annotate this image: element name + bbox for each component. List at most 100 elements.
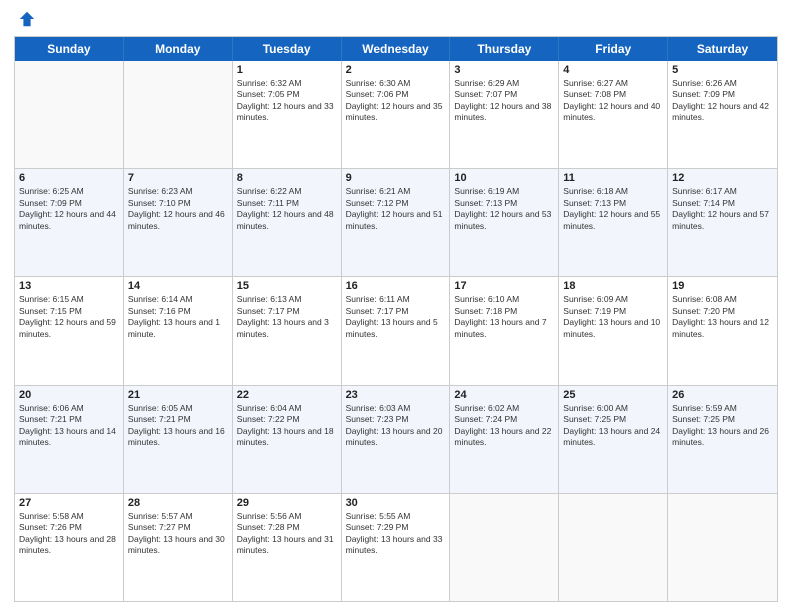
table-row: 19Sunrise: 6:08 AM Sunset: 7:20 PM Dayli… xyxy=(668,277,777,384)
day-info: Sunrise: 6:05 AM Sunset: 7:21 PM Dayligh… xyxy=(128,403,228,449)
day-number: 7 xyxy=(128,172,228,184)
calendar-row: 13Sunrise: 6:15 AM Sunset: 7:15 PM Dayli… xyxy=(15,276,777,384)
day-number: 18 xyxy=(563,280,663,292)
day-number: 11 xyxy=(563,172,663,184)
day-number: 30 xyxy=(346,497,446,509)
day-number: 3 xyxy=(454,64,554,76)
day-number: 27 xyxy=(19,497,119,509)
day-info: Sunrise: 6:22 AM Sunset: 7:11 PM Dayligh… xyxy=(237,186,337,232)
calendar: Sunday Monday Tuesday Wednesday Thursday… xyxy=(14,36,778,602)
day-info: Sunrise: 6:18 AM Sunset: 7:13 PM Dayligh… xyxy=(563,186,663,232)
day-number: 15 xyxy=(237,280,337,292)
day-info: Sunrise: 6:14 AM Sunset: 7:16 PM Dayligh… xyxy=(128,294,228,340)
calendar-body: 1 Sunrise: 6:32 AM Sunset: 7:05 PM Daylig… xyxy=(15,61,777,601)
day-number: 9 xyxy=(346,172,446,184)
day-number: 23 xyxy=(346,389,446,401)
table-row xyxy=(668,494,777,601)
header-friday: Friday xyxy=(559,37,668,61)
table-row: 30 Sunrise: 5:55 AM Sunset: 7:29 PM Dayli… xyxy=(342,494,451,601)
table-row: 26 Sunrise: 5:59 AM Sunset: 7:25 PM Dayli… xyxy=(668,386,777,493)
calendar-row: 1 Sunrise: 6:32 AM Sunset: 7:05 PM Daylig… xyxy=(15,61,777,168)
day-info: Sunrise: 6:21 AM Sunset: 7:12 PM Dayligh… xyxy=(346,186,446,232)
day-number: 19 xyxy=(672,280,773,292)
header-saturday: Saturday xyxy=(668,37,777,61)
header-wednesday: Wednesday xyxy=(342,37,451,61)
day-number: 1 xyxy=(237,64,337,76)
day-info: Sunrise: 6:15 AM Sunset: 7:15 PM Dayligh… xyxy=(19,294,119,340)
table-row: 9 Sunrise: 6:21 AM Sunset: 7:12 PM Daylig… xyxy=(342,169,451,276)
day-number: 26 xyxy=(672,389,773,401)
day-info: Sunrise: 5:55 AM Sunset: 7:29 PM Dayligh… xyxy=(346,511,446,557)
day-info: Sunrise: 6:23 AM Sunset: 7:10 PM Dayligh… xyxy=(128,186,228,232)
calendar-row: 6 Sunrise: 6:25 AM Sunset: 7:09 PM Daylig… xyxy=(15,168,777,276)
table-row: 15 Sunrise: 6:13 AM Sunset: 7:17 PM Dayli… xyxy=(233,277,342,384)
table-row: 27 Sunrise: 5:58 AM Sunset: 7:26 PM Dayli… xyxy=(15,494,124,601)
table-row: 28 Sunrise: 5:57 AM Sunset: 7:27 PM Dayli… xyxy=(124,494,233,601)
day-number: 17 xyxy=(454,280,554,292)
day-number: 20 xyxy=(19,389,119,401)
day-info: Sunrise: 6:17 AM Sunset: 7:14 PM Dayligh… xyxy=(672,186,773,232)
table-row: 13Sunrise: 6:15 AM Sunset: 7:15 PM Dayli… xyxy=(15,277,124,384)
day-info: Sunrise: 6:06 AM Sunset: 7:21 PM Dayligh… xyxy=(19,403,119,449)
day-number: 2 xyxy=(346,64,446,76)
day-info: Sunrise: 6:13 AM Sunset: 7:17 PM Dayligh… xyxy=(237,294,337,340)
calendar-row: 27 Sunrise: 5:58 AM Sunset: 7:26 PM Dayli… xyxy=(15,493,777,601)
table-row: 20 Sunrise: 6:06 AM Sunset: 7:21 PM Dayli… xyxy=(15,386,124,493)
day-info: Sunrise: 6:04 AM Sunset: 7:22 PM Dayligh… xyxy=(237,403,337,449)
table-row: 12 Sunrise: 6:17 AM Sunset: 7:14 PM Dayli… xyxy=(668,169,777,276)
day-info: Sunrise: 6:09 AM Sunset: 7:19 PM Dayligh… xyxy=(563,294,663,340)
day-info: Sunrise: 6:10 AM Sunset: 7:18 PM Dayligh… xyxy=(454,294,554,340)
day-info: Sunrise: 6:29 AM Sunset: 7:07 PM Dayligh… xyxy=(454,78,554,124)
table-row: 2 Sunrise: 6:30 AM Sunset: 7:06 PM Daylig… xyxy=(342,61,451,168)
day-number: 24 xyxy=(454,389,554,401)
day-number: 6 xyxy=(19,172,119,184)
day-number: 25 xyxy=(563,389,663,401)
day-info: Sunrise: 6:11 AM Sunset: 7:17 PM Dayligh… xyxy=(346,294,446,340)
table-row: 17 Sunrise: 6:10 AM Sunset: 7:18 PM Dayli… xyxy=(450,277,559,384)
header-tuesday: Tuesday xyxy=(233,37,342,61)
day-info: Sunrise: 6:32 AM Sunset: 7:05 PM Dayligh… xyxy=(237,78,337,124)
day-info: Sunrise: 6:30 AM Sunset: 7:06 PM Dayligh… xyxy=(346,78,446,124)
table-row: 29Sunrise: 5:56 AM Sunset: 7:28 PM Dayli… xyxy=(233,494,342,601)
table-row: 10Sunrise: 6:19 AM Sunset: 7:13 PM Dayli… xyxy=(450,169,559,276)
day-info: Sunrise: 6:25 AM Sunset: 7:09 PM Dayligh… xyxy=(19,186,119,232)
table-row xyxy=(450,494,559,601)
table-row: 16 Sunrise: 6:11 AM Sunset: 7:17 PM Dayli… xyxy=(342,277,451,384)
day-info: Sunrise: 6:03 AM Sunset: 7:23 PM Dayligh… xyxy=(346,403,446,449)
day-number: 16 xyxy=(346,280,446,292)
day-number: 14 xyxy=(128,280,228,292)
day-number: 8 xyxy=(237,172,337,184)
logo-icon xyxy=(18,10,36,28)
table-row xyxy=(124,61,233,168)
table-row: 14 Sunrise: 6:14 AM Sunset: 7:16 PM Dayli… xyxy=(124,277,233,384)
day-number: 4 xyxy=(563,64,663,76)
day-number: 12 xyxy=(672,172,773,184)
table-row xyxy=(15,61,124,168)
day-info: Sunrise: 5:59 AM Sunset: 7:25 PM Dayligh… xyxy=(672,403,773,449)
day-info: Sunrise: 6:19 AM Sunset: 7:13 PM Dayligh… xyxy=(454,186,554,232)
table-row: 5Sunrise: 6:26 AM Sunset: 7:09 PM Daylig… xyxy=(668,61,777,168)
table-row: 18 Sunrise: 6:09 AM Sunset: 7:19 PM Dayli… xyxy=(559,277,668,384)
table-row: 21 Sunrise: 6:05 AM Sunset: 7:21 PM Dayli… xyxy=(124,386,233,493)
day-info: Sunrise: 6:27 AM Sunset: 7:08 PM Dayligh… xyxy=(563,78,663,124)
day-number: 5 xyxy=(672,64,773,76)
table-row: 8 Sunrise: 6:22 AM Sunset: 7:11 PM Daylig… xyxy=(233,169,342,276)
table-row: 22Sunrise: 6:04 AM Sunset: 7:22 PM Dayli… xyxy=(233,386,342,493)
logo xyxy=(14,10,36,28)
table-row: 1 Sunrise: 6:32 AM Sunset: 7:05 PM Daylig… xyxy=(233,61,342,168)
day-info: Sunrise: 5:58 AM Sunset: 7:26 PM Dayligh… xyxy=(19,511,119,557)
calendar-header: Sunday Monday Tuesday Wednesday Thursday… xyxy=(15,37,777,61)
table-row: 3 Sunrise: 6:29 AM Sunset: 7:07 PM Daylig… xyxy=(450,61,559,168)
day-number: 28 xyxy=(128,497,228,509)
day-info: Sunrise: 5:57 AM Sunset: 7:27 PM Dayligh… xyxy=(128,511,228,557)
day-info: Sunrise: 6:00 AM Sunset: 7:25 PM Dayligh… xyxy=(563,403,663,449)
day-number: 21 xyxy=(128,389,228,401)
day-info: Sunrise: 6:02 AM Sunset: 7:24 PM Dayligh… xyxy=(454,403,554,449)
table-row: 4 Sunrise: 6:27 AM Sunset: 7:08 PM Daylig… xyxy=(559,61,668,168)
table-row: 23 Sunrise: 6:03 AM Sunset: 7:23 PM Dayli… xyxy=(342,386,451,493)
calendar-row: 20 Sunrise: 6:06 AM Sunset: 7:21 PM Dayli… xyxy=(15,385,777,493)
table-row: 11 Sunrise: 6:18 AM Sunset: 7:13 PM Dayli… xyxy=(559,169,668,276)
header-sunday: Sunday xyxy=(15,37,124,61)
page: Sunday Monday Tuesday Wednesday Thursday… xyxy=(0,0,792,612)
header xyxy=(14,10,778,28)
